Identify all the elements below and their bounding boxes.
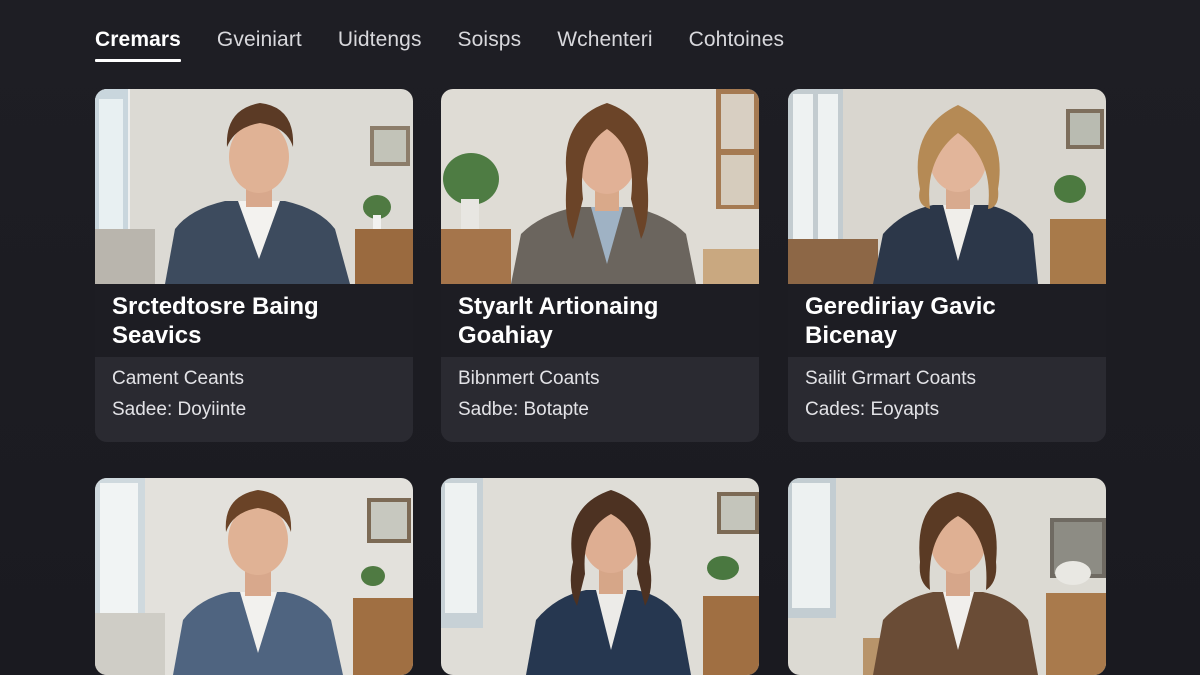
card-meta-line: Sadbe: Botapte <box>458 399 589 420</box>
profile-photo <box>95 89 413 284</box>
profile-photo <box>788 89 1106 284</box>
tab-4[interactable]: Wchenteri <box>557 26 652 62</box>
card-meta-line: Bibnmert Coants <box>458 368 600 389</box>
card-meta-line: Cades: Eoyapts <box>805 399 940 420</box>
profile-card[interactable]: Styarlt Artionaing Goahiay Bibnmert Coan… <box>441 89 759 442</box>
category-tabs: Cremars Gveiniart Uidtengs Soisps Wchent… <box>95 26 820 62</box>
profile-card[interactable]: Gerediriay Gavic Bicenay Sailit Grmart C… <box>788 89 1106 442</box>
card-meta-line: Cament Ceants <box>112 368 245 389</box>
card-title: Gerediriay Gavic Bicenay <box>805 293 996 349</box>
card-title: Styarlt Artionaing Goahiay <box>458 293 659 349</box>
profile-card[interactable]: Srctedtosre Baing Seavics Cament Ceants … <box>95 89 413 442</box>
card-title-area: Srctedtosre Baing Seavics <box>95 284 413 357</box>
profile-card[interactable] <box>95 478 413 675</box>
card-meta: Bibnmert Coants Sadbe: Botapte <box>441 357 759 442</box>
card-title-area: Gerediriay Gavic Bicenay <box>788 284 1106 357</box>
tab-3[interactable]: Soisps <box>458 26 522 62</box>
profile-photo <box>788 478 1106 675</box>
card-meta: Sailit Grmart Coants Cades: Eoyapts <box>788 357 1106 442</box>
card-title-area: Styarlt Artionaing Goahiay <box>441 284 759 357</box>
tab-1[interactable]: Gveiniart <box>217 26 302 62</box>
profile-photo <box>441 89 759 284</box>
tab-0[interactable]: Cremars <box>95 26 181 62</box>
profile-card[interactable] <box>441 478 759 675</box>
card-meta: Cament Ceants Sadee: Doyiinte <box>95 357 413 442</box>
tab-5[interactable]: Cohtoines <box>689 26 784 62</box>
card-meta-line: Sailit Grmart Coants <box>805 368 977 389</box>
profile-photo <box>441 478 759 675</box>
profile-card[interactable] <box>788 478 1106 675</box>
tab-2[interactable]: Uidtengs <box>338 26 422 62</box>
profile-photo <box>95 478 413 675</box>
card-title: Srctedtosre Baing Seavics <box>112 293 319 349</box>
card-meta-line: Sadee: Doyiinte <box>112 399 247 420</box>
app-root: Cremars Gveiniart Uidtengs Soisps Wchent… <box>0 0 1200 675</box>
